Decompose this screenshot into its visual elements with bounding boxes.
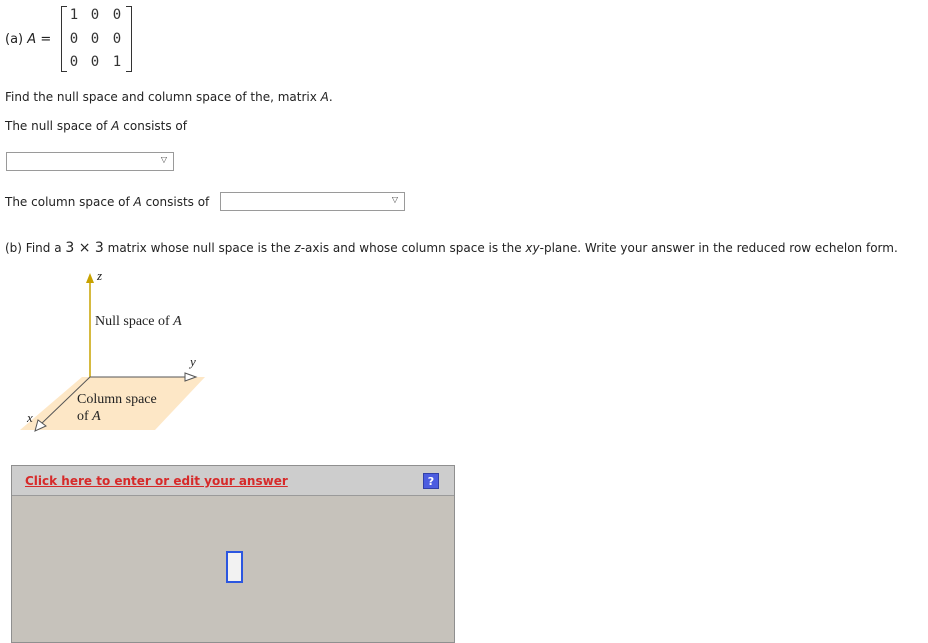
y-axis-label: y: [190, 354, 196, 369]
part-label: (a): [5, 32, 24, 47]
edit-answer-link[interactable]: Click here to enter or edit your answer: [25, 474, 288, 488]
z-axis-label: z: [97, 268, 103, 283]
column-space-prompt: The column space of A consists of: [5, 195, 209, 209]
help-button[interactable]: ?: [423, 473, 439, 489]
column-space-figure-line2: of: [77, 409, 93, 424]
triangle-down-icon: ▽: [391, 195, 398, 204]
answer-panel-header: Click here to enter or edit your answer …: [12, 466, 454, 496]
matrix-name: A: [27, 32, 37, 47]
instruction-end: .: [328, 90, 333, 104]
z-axis-arrow: [86, 273, 94, 283]
part-b-middle1: matrix whose null space is the: [103, 241, 295, 255]
null-space-figure-label: Null space of A: [95, 314, 182, 330]
matrix-cell: 0: [90, 54, 100, 70]
part-b-dims: 3 × 3: [65, 240, 104, 256]
matrix-cell: 1: [112, 54, 122, 70]
x-axis-label: x: [27, 410, 33, 425]
triangle-down-icon: ▽: [160, 155, 167, 164]
part-b-middle2: -axis and whose column space is the: [300, 241, 526, 255]
instruction-text: Find the null space and column space of …: [5, 90, 333, 104]
matrix-cell: 1: [69, 7, 79, 23]
instruction-var: A: [320, 90, 329, 104]
null-space-figure-var: A: [173, 314, 182, 329]
null-space-prompt: The null space of A consists of: [5, 119, 187, 133]
null-space-dropdown[interactable]: ▽: [6, 152, 174, 171]
part-a-label: (a) A =: [5, 32, 51, 47]
null-space-end: consists of: [119, 119, 187, 133]
column-space-figure-line1: Column space: [77, 392, 157, 407]
part-b-plane-var: xy: [525, 241, 540, 255]
part-b-prefix: (b) Find a: [5, 241, 66, 255]
question-mark-icon: ?: [427, 475, 435, 488]
equals-sign: =: [40, 32, 52, 47]
column-space-dropdown[interactable]: ▽: [220, 192, 405, 211]
null-space-figure-text: Null space of: [95, 314, 174, 329]
part-b-end: -plane. Write your answer in the reduced…: [539, 241, 898, 255]
matrix-cell: 0: [90, 31, 100, 47]
answer-input-cursor[interactable]: [226, 551, 243, 583]
matrix-cell: 0: [90, 7, 100, 23]
null-space-start: The null space of: [5, 119, 112, 133]
column-space-figure-var: A: [92, 409, 101, 424]
column-space-var: A: [133, 195, 142, 209]
part-b-prompt: (b) Find a 3 × 3 matrix whose null space…: [5, 240, 898, 256]
column-space-start: The column space of: [5, 195, 134, 209]
matrix-cell: 0: [69, 54, 79, 70]
column-space-end: consists of: [141, 195, 210, 209]
instruction-start: Find the null space and column space of …: [5, 90, 321, 104]
answer-panel: Click here to enter or edit your answer …: [11, 465, 455, 643]
matrix-cell: 0: [112, 7, 122, 23]
matrix-cell: 0: [69, 31, 79, 47]
matrix-cell: 0: [112, 31, 122, 47]
column-space-figure-label: Column space of A: [77, 391, 157, 425]
